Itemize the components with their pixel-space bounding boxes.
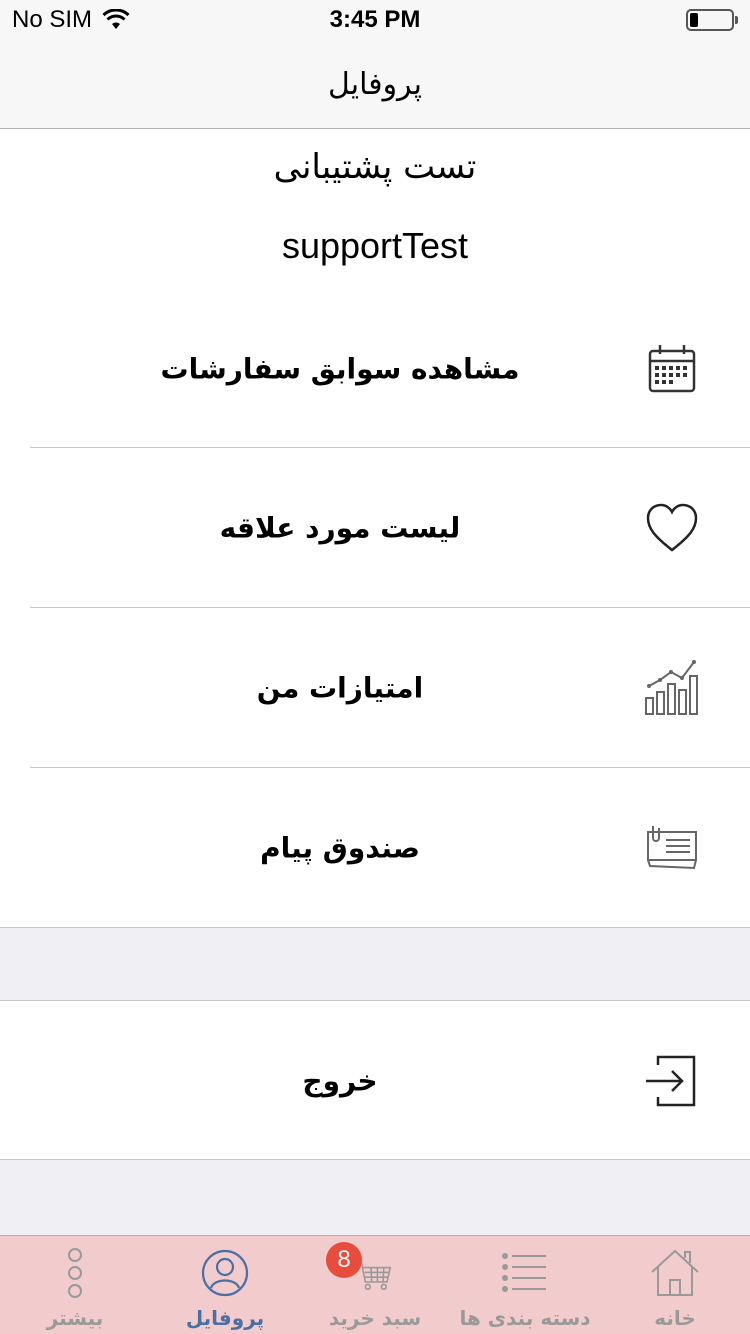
more-icon <box>68 1248 82 1298</box>
tab-label: بیشتر <box>46 1306 104 1330</box>
message-icon <box>647 826 697 870</box>
profile-name: تست پشتیبانی <box>273 147 477 187</box>
menu-item-label: صندوق پیام <box>260 831 420 865</box>
status-bar: No SIM 3:45 PM <box>0 0 750 40</box>
cart-badge: 8 <box>326 1242 362 1278</box>
home-icon <box>651 1249 699 1296</box>
menu-item-label: امتیازات من <box>256 671 424 705</box>
status-time: 3:45 PM <box>329 6 421 33</box>
page-title: پروفایل <box>328 66 422 102</box>
tab-categories[interactable]: دسته بندی ها <box>450 1236 600 1334</box>
menu-item-favorites[interactable]: لیست مورد علاقه <box>0 448 750 608</box>
tab-label: سبد خرید <box>328 1306 422 1330</box>
navigation-bar: پروفایل <box>0 40 750 129</box>
logout-label: خروج <box>302 1064 378 1098</box>
tab-label: دسته بندی ها <box>459 1306 591 1330</box>
logout-icon <box>646 1055 696 1107</box>
list-icon <box>502 1253 546 1292</box>
tab-more[interactable]: بیشتر <box>0 1236 150 1334</box>
heart-icon <box>646 503 698 552</box>
logout-button[interactable]: خروج <box>0 1001 750 1161</box>
logout-section: خروج <box>0 1000 750 1160</box>
profile-section: تست پشتیبانی supportTest مشاهده سوابق سف… <box>0 129 750 928</box>
tab-profile[interactable]: پروفایل <box>150 1236 300 1334</box>
tab-bar: بیشتر پروفایل 8 سبد خرید دسته بندی ها خا… <box>0 1235 750 1334</box>
profile-icon <box>201 1249 249 1297</box>
tab-label: پروفایل <box>185 1306 265 1330</box>
battery-fill <box>690 13 698 27</box>
calendar-icon <box>648 345 696 393</box>
menu-item-inbox[interactable]: صندوق پیام <box>0 768 750 928</box>
battery-icon <box>686 9 738 31</box>
menu-item-label: مشاهده سوابق سفارشات <box>160 352 520 386</box>
tab-label: خانه <box>654 1306 696 1330</box>
menu-item-my-points[interactable]: امتیازات من <box>0 608 750 768</box>
tab-cart[interactable]: 8 سبد خرید <box>300 1236 450 1334</box>
menu-item-label: لیست مورد علاقه <box>219 511 461 545</box>
menu-item-order-history[interactable]: مشاهده سوابق سفارشات <box>0 289 750 449</box>
chart-icon <box>645 660 698 715</box>
profile-username: supportTest <box>281 225 469 266</box>
tab-home[interactable]: خانه <box>600 1236 750 1334</box>
